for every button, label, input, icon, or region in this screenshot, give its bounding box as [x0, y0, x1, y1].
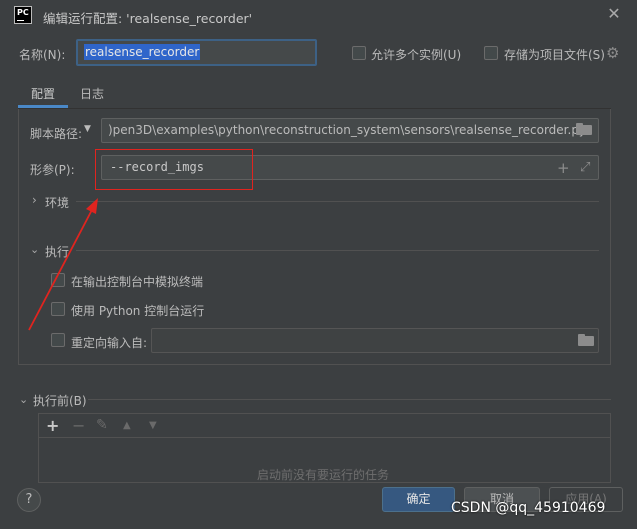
- parameters-label: 形参(P):: [30, 163, 75, 177]
- gear-icon[interactable]: ⚙: [606, 44, 619, 62]
- close-button[interactable]: ✕: [604, 4, 624, 24]
- toolbar-divider: [38, 437, 611, 438]
- chevron-right-icon[interactable]: ›: [32, 193, 37, 207]
- empty-task-list-text: 启动前没有要运行的任务: [257, 468, 390, 482]
- pencil-icon[interactable]: ✎: [96, 417, 108, 433]
- name-input[interactable]: realsense_recorder: [76, 39, 317, 66]
- redirect-input-label: 重定向输入自:: [71, 336, 148, 350]
- emulate-terminal-label: 在输出控制台中模拟终端: [71, 275, 204, 289]
- watermark: CSDN @qq_45910469: [451, 500, 606, 516]
- tab-logs[interactable]: 日志: [80, 78, 110, 108]
- close-icon: ✕: [607, 4, 621, 23]
- redirect-input-checkbox[interactable]: [51, 333, 65, 347]
- chevron-down-icon[interactable]: ▼: [84, 124, 91, 134]
- move-down-icon[interactable]: ▼: [149, 420, 157, 431]
- add-icon[interactable]: +: [46, 416, 59, 435]
- emulate-terminal-checkbox[interactable]: [51, 273, 65, 287]
- configuration-panel: [18, 109, 611, 365]
- plus-icon[interactable]: +: [557, 159, 570, 177]
- store-as-project-file-checkbox[interactable]: [484, 46, 498, 60]
- section-divider: [76, 250, 599, 251]
- help-button[interactable]: ?: [17, 488, 41, 512]
- folder-icon[interactable]: [578, 334, 594, 346]
- script-path-label: 脚本路径:: [30, 127, 83, 141]
- expand-icon[interactable]: ⤢: [580, 160, 590, 175]
- tab-configuration[interactable]: 配置: [18, 78, 68, 108]
- folder-icon[interactable]: [576, 123, 592, 135]
- environment-section-label[interactable]: 环境: [45, 194, 69, 211]
- ok-button[interactable]: 确定: [382, 487, 455, 512]
- remove-icon[interactable]: −: [72, 416, 85, 435]
- annotation-highlight-box: [95, 149, 253, 190]
- name-input-value: realsense_recorder: [84, 44, 201, 60]
- chevron-down-icon[interactable]: ⌄: [30, 243, 39, 256]
- allow-multiple-instances-label: 允许多个实例(U): [371, 48, 462, 62]
- script-path-input[interactable]: )pen3D\examples\python\reconstruction_sy…: [101, 118, 599, 143]
- window-title: 编辑运行配置: 'realsense_recorder': [43, 11, 253, 26]
- chevron-down-icon[interactable]: ⌄: [19, 393, 28, 406]
- section-divider: [88, 399, 611, 400]
- section-divider: [76, 201, 599, 202]
- move-up-icon[interactable]: ▲: [123, 420, 131, 431]
- name-label: 名称(N):: [19, 48, 66, 62]
- pycharm-app-icon: PC: [14, 6, 32, 24]
- store-as-project-file-label: 存储为项目文件(S): [504, 48, 605, 62]
- before-launch-label[interactable]: 执行前(B): [33, 392, 87, 409]
- execution-section-label[interactable]: 执行: [45, 243, 69, 260]
- run-with-python-console-label: 使用 Python 控制台运行: [71, 304, 205, 318]
- run-with-python-console-checkbox[interactable]: [51, 302, 65, 316]
- allow-multiple-instances-checkbox[interactable]: [352, 46, 366, 60]
- redirect-input-field[interactable]: [151, 328, 599, 353]
